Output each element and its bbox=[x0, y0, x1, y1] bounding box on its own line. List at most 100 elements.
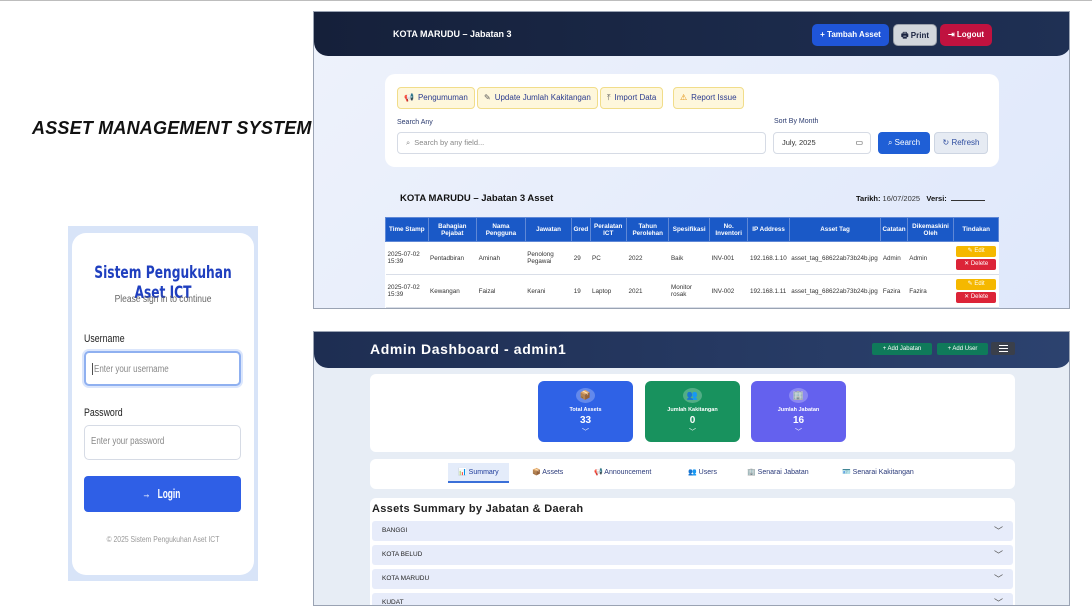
import-data-button[interactable]: ⤒ Import Data bbox=[600, 87, 664, 109]
printer-icon: 🖶 bbox=[900, 31, 909, 40]
plus-icon: + bbox=[820, 30, 825, 39]
stat-label: Jumlah Kakitangan bbox=[667, 407, 718, 413]
district-label: KOTA BELUD bbox=[382, 551, 423, 558]
accordion-district[interactable]: KOTA BELUD ﹀ bbox=[372, 545, 1013, 565]
table-cell: Faizal bbox=[476, 274, 526, 308]
pengumuman-button[interactable]: 📢 Pengumuman bbox=[397, 87, 475, 109]
column-header: Catatan bbox=[880, 217, 908, 242]
version-label: Versi: bbox=[926, 194, 947, 203]
table-cell: Fazira bbox=[880, 274, 908, 308]
month-picker[interactable]: July, 2025 ▭ bbox=[773, 132, 871, 154]
table-cell: 2022 bbox=[626, 241, 669, 275]
delete-button[interactable]: ✕ Delete bbox=[956, 259, 997, 270]
column-header: Jawatan bbox=[524, 217, 573, 242]
add-user-button[interactable]: + Add User bbox=[937, 343, 988, 355]
edit-button[interactable]: ✎ Edit bbox=[956, 279, 997, 290]
password-label: Password bbox=[84, 407, 123, 419]
refresh-button[interactable]: ↻ Refresh bbox=[934, 132, 988, 154]
chevron-down-icon: ﹀ bbox=[993, 574, 1003, 584]
building-icon: 🏢 bbox=[747, 469, 756, 476]
tab-senarai-jabatan[interactable]: 🏢 Senarai Jabatan bbox=[747, 468, 809, 476]
stat-value: 16 bbox=[792, 415, 805, 426]
summary-title: Assets Summary by Jabatan & Daerah bbox=[372, 503, 584, 515]
table-cell: Pentadbiran bbox=[428, 241, 477, 275]
refresh-button-label: Refresh bbox=[951, 138, 980, 147]
accordion-district[interactable]: KOTA MARUDU ﹀ bbox=[372, 569, 1013, 589]
close-icon: ✕ bbox=[964, 261, 971, 267]
chevron-down-icon: ﹀ bbox=[993, 598, 1003, 606]
table-header-row: Time Stamp Bahagian Pejabat Nama Pengguna J… bbox=[385, 217, 999, 242]
column-header: Spesifikasi bbox=[668, 217, 710, 242]
delete-label: Delete bbox=[970, 261, 989, 267]
stat-value: 33 bbox=[579, 415, 592, 426]
column-header: Nama Pengguna bbox=[476, 217, 526, 242]
stat-card-kakitangan[interactable]: 👥 Jumlah Kakitangan 0 ﹀ bbox=[645, 381, 740, 442]
accordion-district[interactable]: KUDAT ﹀ bbox=[372, 593, 1013, 606]
logout-button[interactable]: ⇥ Logout bbox=[940, 24, 992, 46]
refresh-icon: ↻ bbox=[942, 138, 950, 147]
update-kakitangan-label: Update Jumlah Kakitangan bbox=[494, 93, 591, 102]
report-issue-button[interactable]: ⚠ Report Issue bbox=[673, 87, 744, 109]
logout-icon: ⇥ bbox=[947, 30, 955, 39]
update-kakitangan-button[interactable]: ✎ Update Jumlah Kakitangan bbox=[477, 87, 598, 109]
megaphone-icon: 📢 bbox=[594, 469, 603, 476]
asset-table: Time Stamp Bahagian Pejabat Nama Pengguna J… bbox=[385, 217, 999, 308]
add-jabatan-button[interactable]: + Add Jabatan bbox=[872, 343, 932, 355]
asset-table-title: KOTA MARUDU – Jabatan 3 Asset bbox=[400, 193, 554, 204]
chevron-down-icon: ﹀ bbox=[993, 550, 1003, 560]
search-button[interactable]: ⌕ Search bbox=[878, 132, 930, 154]
password-placeholder: Enter your password bbox=[91, 436, 165, 447]
column-header: Tindakan bbox=[953, 217, 999, 242]
edit-label: Edit bbox=[974, 248, 985, 254]
username-input[interactable]: Enter your username bbox=[84, 351, 241, 386]
table-cell: Kerani bbox=[525, 274, 572, 308]
edit-label: Edit bbox=[974, 281, 985, 287]
tab-senarai-kakitangan[interactable]: 🪪 Senarai Kakitangan bbox=[842, 468, 914, 476]
table-cell: Baik bbox=[668, 241, 710, 275]
chart-icon: 📊 bbox=[458, 469, 467, 476]
tab-summary[interactable]: 📊 Summary bbox=[448, 463, 509, 483]
tab-users[interactable]: 👥 Users bbox=[688, 468, 717, 476]
users-icon: 👥 bbox=[683, 388, 702, 403]
table-row: 2025-07-02 15:39 Pentadbiran Aminah Penolon… bbox=[385, 241, 999, 275]
search-input[interactable]: ⌕ Search by any field... bbox=[397, 132, 766, 154]
column-header: No. Inventori bbox=[708, 217, 749, 242]
username-label: Username bbox=[84, 333, 125, 345]
login-button-label: Login bbox=[157, 486, 181, 501]
accordion-district[interactable]: BANGGI ﹀ bbox=[372, 521, 1013, 541]
table-cell: Laptop bbox=[590, 274, 627, 308]
upload-icon: ⤒ bbox=[607, 93, 611, 102]
column-header: Peralatan ICT bbox=[589, 217, 627, 242]
month-value: July, 2025 bbox=[782, 138, 816, 147]
jabatan-asset-screen: KOTA MARUDU – Jabatan 3 + Tambah Asset 🖶… bbox=[313, 11, 1070, 309]
hamburger-menu-icon[interactable] bbox=[991, 342, 1015, 355]
date-value: 16/07/2025 bbox=[882, 194, 921, 203]
admin-nav-title: Admin Dashboard - admin1 bbox=[370, 341, 567, 357]
delete-button[interactable]: ✕ Delete bbox=[956, 292, 997, 303]
table-cell: 2025-07-02 15:39 bbox=[385, 274, 429, 308]
search-icon: ⌕ bbox=[406, 138, 411, 147]
calendar-icon[interactable]: ▭ bbox=[855, 133, 863, 153]
tab-label: Senarai Kakitangan bbox=[852, 469, 914, 476]
table-cell: 29 bbox=[571, 241, 590, 275]
stat-card-jabatan[interactable]: 🏢 Jumlah Jabatan 16 ﹀ bbox=[751, 381, 846, 442]
tab-announcement[interactable]: 📢 Announcement bbox=[594, 468, 651, 476]
stat-card-total-assets[interactable]: 📦 Total Assets 33 ﹀ bbox=[538, 381, 633, 442]
edit-button[interactable]: ✎ Edit bbox=[956, 246, 997, 257]
megaphone-icon: 📢 bbox=[404, 93, 414, 102]
tab-assets[interactable]: 📦 Assets bbox=[532, 468, 563, 476]
logout-label: Logout bbox=[956, 30, 985, 39]
table-cell: asset_tag_68622ab73b24b.jpg bbox=[789, 274, 881, 308]
version-line bbox=[950, 200, 985, 201]
login-button[interactable]: → Login bbox=[84, 476, 241, 512]
password-input[interactable]: Enter your password bbox=[84, 425, 241, 460]
text-caret bbox=[92, 363, 93, 375]
assets-summary-panel: Assets Summary by Jabatan & Daerah BANGG… bbox=[370, 498, 1015, 606]
login-footer: © 2025 Sistem Pengukuhan Aset ICT bbox=[106, 535, 220, 544]
print-button[interactable]: 🖶 Print bbox=[893, 24, 937, 46]
delete-label: Delete bbox=[970, 294, 989, 300]
stat-label: Jumlah Jabatan bbox=[777, 407, 820, 413]
tambah-asset-button[interactable]: + Tambah Asset bbox=[812, 24, 889, 46]
users-icon: 👥 bbox=[688, 469, 697, 476]
table-cell: asset_tag_68622ab73b24b.jpg bbox=[789, 241, 881, 275]
